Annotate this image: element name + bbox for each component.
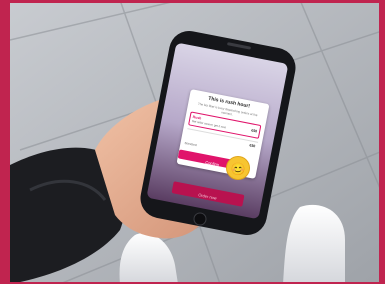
option-rush-price: €50 — [250, 128, 258, 134]
emoji-face: 😊 — [226, 156, 250, 180]
photo-scene: This is rush hour! The bot fleet is busy… — [0, 0, 385, 284]
frame-right — [379, 0, 385, 284]
option-standard-price: €50 — [249, 143, 256, 149]
emoji-glyph: 😊 — [230, 162, 246, 176]
frame-top — [0, 0, 385, 3]
home-button — [193, 212, 207, 226]
frame-left — [0, 0, 10, 284]
option-standard-label: Standard — [184, 140, 197, 148]
